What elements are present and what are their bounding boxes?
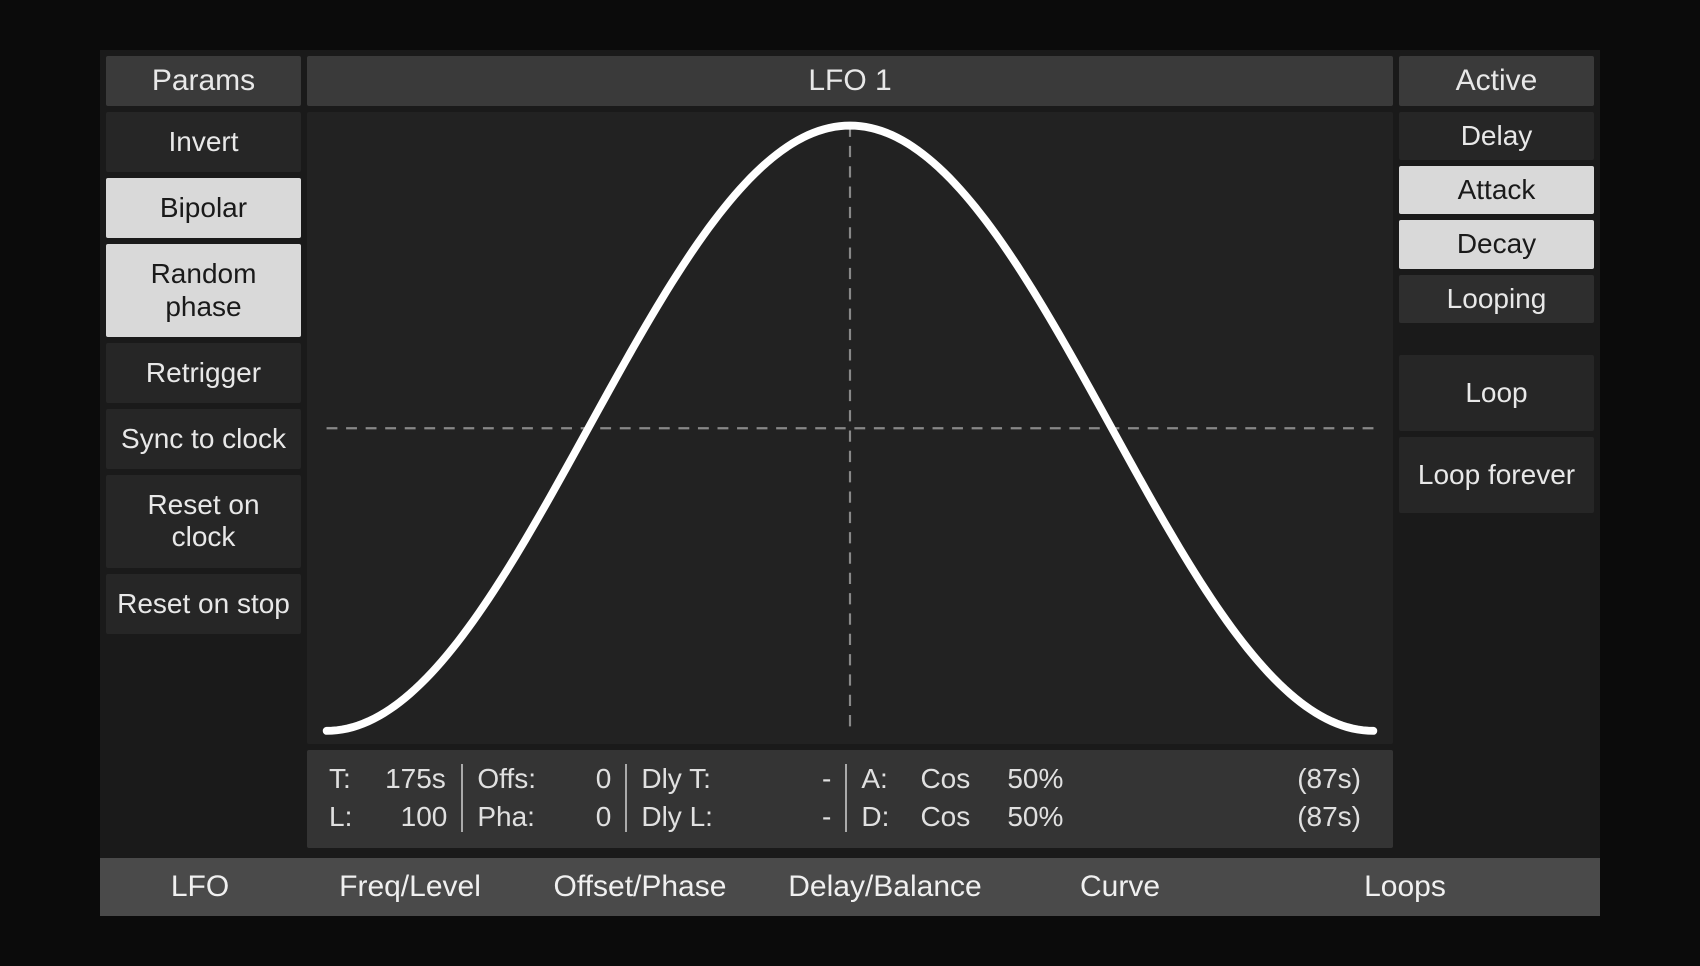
param-reset-on-clock[interactable]: Reset on clock xyxy=(106,475,301,567)
lfo-editor: Params Invert Bipolar Random phase Retri… xyxy=(100,50,1600,916)
ro-d-time: (87s) xyxy=(1085,798,1361,836)
stage-looping[interactable]: Looping xyxy=(1399,275,1594,323)
tab-lfo[interactable]: LFO xyxy=(100,870,300,904)
ro-offs-label: Offs: xyxy=(477,760,541,798)
param-random-phase[interactable]: Random phase xyxy=(106,244,301,336)
ro-a-pct[interactable]: 50% xyxy=(995,760,1075,798)
ro-pha-value[interactable]: 0 xyxy=(551,798,611,836)
ro-dlyl-value[interactable]: - xyxy=(731,798,831,836)
active-column: Active Delay Attack Decay Looping Loop L… xyxy=(1399,56,1594,848)
ro-d-shape[interactable]: Cos xyxy=(905,798,985,836)
loop-forever-button[interactable]: Loop forever xyxy=(1399,437,1594,513)
spacer xyxy=(1399,329,1594,349)
ro-a-label: A: xyxy=(861,760,895,798)
ro-dlyl-label: Dly L: xyxy=(641,798,721,836)
ro-a-shape[interactable]: Cos xyxy=(905,760,985,798)
stage-decay[interactable]: Decay xyxy=(1399,220,1594,268)
tab-delay-balance[interactable]: Delay/Balance xyxy=(760,870,1010,904)
ro-dlyt-value[interactable]: - xyxy=(731,760,831,798)
lfo-title: LFO 1 xyxy=(307,56,1393,106)
ro-t-value[interactable]: 175s xyxy=(361,760,446,798)
param-invert[interactable]: Invert xyxy=(106,112,301,172)
ro-d-label: D: xyxy=(861,798,895,836)
param-retrigger[interactable]: Retrigger xyxy=(106,343,301,403)
tab-offset-phase[interactable]: Offset/Phase xyxy=(520,870,760,904)
ro-pha-label: Pha: xyxy=(477,798,541,836)
param-reset-on-stop[interactable]: Reset on stop xyxy=(106,574,301,634)
tab-loops[interactable]: Loops xyxy=(1230,870,1600,904)
ro-dlyt-label: Dly T: xyxy=(641,760,721,798)
ro-offs-value[interactable]: 0 xyxy=(551,760,611,798)
center-column: LFO 1 T: 175s L: 100 Offs: 0 Pha: 0 xyxy=(307,56,1393,848)
ro-l-value[interactable]: 100 xyxy=(362,798,447,836)
param-sync-to-clock[interactable]: Sync to clock xyxy=(106,409,301,469)
params-header: Params xyxy=(106,56,301,106)
tab-curve[interactable]: Curve xyxy=(1010,870,1230,904)
footer-tabs: LFO Freq/Level Offset/Phase Delay/Balanc… xyxy=(100,858,1600,916)
readout-bar: T: 175s L: 100 Offs: 0 Pha: 0 Dly T:- Dly L:… xyxy=(307,750,1393,848)
params-column: Params Invert Bipolar Random phase Retri… xyxy=(106,56,301,848)
stage-attack[interactable]: Attack xyxy=(1399,166,1594,214)
lfo-graph-svg xyxy=(307,112,1393,744)
upper-area: Params Invert Bipolar Random phase Retri… xyxy=(100,50,1600,858)
lfo-graph[interactable] xyxy=(307,112,1393,744)
tab-freq-level[interactable]: Freq/Level xyxy=(300,870,520,904)
active-header: Active xyxy=(1399,56,1594,106)
loop-button[interactable]: Loop xyxy=(1399,355,1594,431)
stage-delay[interactable]: Delay xyxy=(1399,112,1594,160)
ro-d-pct[interactable]: 50% xyxy=(995,798,1075,836)
param-bipolar[interactable]: Bipolar xyxy=(106,178,301,238)
ro-l-label: L: xyxy=(329,798,352,836)
ro-a-time: (87s) xyxy=(1085,760,1361,798)
ro-t-label: T: xyxy=(329,760,351,798)
